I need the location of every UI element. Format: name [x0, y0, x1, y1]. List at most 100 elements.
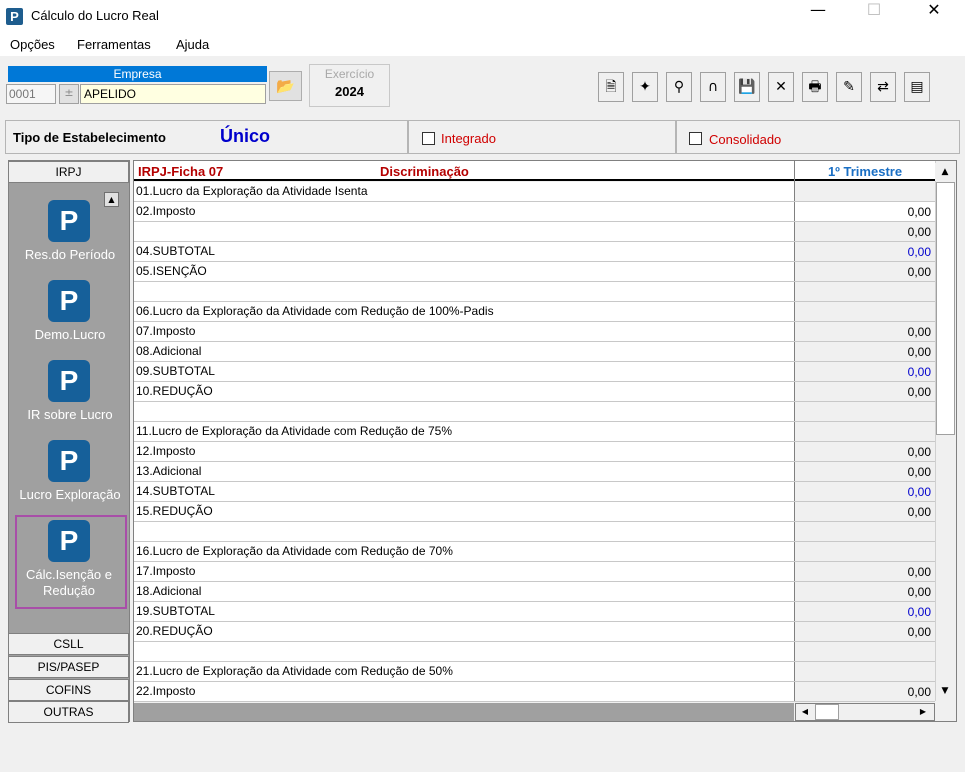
empresa-code-field[interactable]: 0001	[6, 84, 56, 104]
toolbar-button-10[interactable]: ▤	[904, 72, 930, 102]
table-row[interactable]: 08.Adicional 0,00	[134, 342, 935, 362]
table-row[interactable]: 05.ISENÇÃO 0,00	[134, 262, 935, 282]
nav-item-label[interactable]: Res.do Período	[12, 247, 128, 262]
scroll-right-arrow-icon[interactable]: ▶	[914, 704, 932, 720]
table-row[interactable]: 01.Lucro da Exploração da Atividade Isen…	[134, 182, 935, 202]
tab-csll[interactable]: CSLL	[8, 633, 129, 655]
value-cell[interactable]: 0,00	[794, 462, 935, 481]
value-cell[interactable]: 0,00	[794, 622, 935, 641]
toolbar-button-8[interactable]: ✎	[836, 72, 862, 102]
toolbar-button-3[interactable]: ⚲	[666, 72, 692, 102]
toolbar-button-9[interactable]: ⇄	[870, 72, 896, 102]
exercicio-value[interactable]: 2024	[309, 84, 390, 99]
row-value[interactable]: 0,00	[908, 245, 931, 259]
toolbar-button-1[interactable]: 🗎	[598, 72, 624, 102]
row-value[interactable]: 0,00	[908, 585, 931, 599]
toolbar-button-5[interactable]: 💾	[734, 72, 760, 102]
row-value[interactable]: 0,00	[908, 485, 931, 499]
table-row[interactable]	[134, 282, 935, 302]
table-row[interactable]: 02.Imposto 0,00	[134, 202, 935, 222]
table-row[interactable]: 13.Adicional 0,00	[134, 462, 935, 482]
value-cell[interactable]	[794, 542, 935, 561]
table-row[interactable]: 14.SUBTOTAL 0,00	[134, 482, 935, 502]
table-row[interactable]: 09.SUBTOTAL 0,00	[134, 362, 935, 382]
toolbar-button-6[interactable]: ✕	[768, 72, 794, 102]
table-row[interactable]	[134, 642, 935, 662]
table-row[interactable]: 12.Imposto 0,00	[134, 442, 935, 462]
row-value[interactable]: 0,00	[908, 685, 931, 699]
value-cell[interactable]	[794, 642, 935, 661]
integrado-label[interactable]: Integrado	[441, 131, 496, 146]
value-cell[interactable]: 0,00	[794, 442, 935, 461]
nav-item-label[interactable]: IR sobre Lucro	[12, 407, 128, 422]
nav-item-label[interactable]: Demo.Lucro	[12, 327, 128, 342]
consolidado-label[interactable]: Consolidado	[709, 132, 781, 147]
value-cell[interactable]	[794, 522, 935, 541]
table-row[interactable]: 10.REDUÇÃO 0,00	[134, 382, 935, 402]
table-row[interactable]: 20.REDUÇÃO 0,00	[134, 622, 935, 642]
row-value[interactable]: 0,00	[908, 445, 931, 459]
scroll-down-arrow-icon[interactable]: ▼	[935, 682, 955, 700]
vertical-scroll-thumb[interactable]	[936, 182, 955, 435]
value-cell[interactable]: 0,00	[794, 362, 935, 381]
value-cell[interactable]: 0,00	[794, 342, 935, 361]
row-value[interactable]: 0,00	[908, 365, 931, 379]
nav-item-icon[interactable]: P	[48, 360, 90, 402]
value-cell[interactable]: 0,00	[794, 502, 935, 521]
open-folder-button[interactable]: 📂	[269, 71, 302, 101]
table-row[interactable]: 18.Adicional 0,00	[134, 582, 935, 602]
close-button[interactable]: ✕	[911, 0, 957, 34]
value-cell[interactable]: 0,00	[794, 482, 935, 501]
consolidado-checkbox[interactable]	[689, 132, 702, 145]
menu-opcoes[interactable]: Opções	[10, 37, 55, 52]
value-cell[interactable]: 0,00	[794, 202, 935, 221]
row-value[interactable]: 0,00	[908, 605, 931, 619]
value-cell[interactable]: 0,00	[794, 382, 935, 401]
menu-ferramentas[interactable]: Ferramentas	[77, 37, 151, 52]
value-cell[interactable]	[794, 282, 935, 301]
minimize-button[interactable]: —	[795, 0, 841, 34]
nav-scroll-up-button[interactable]: ▲	[104, 192, 119, 207]
value-cell[interactable]	[794, 182, 935, 201]
value-cell[interactable]	[794, 402, 935, 421]
table-row[interactable]: 11.Lucro de Exploração da Atividade com …	[134, 422, 935, 442]
table-row[interactable]: 06.Lucro da Exploração da Atividade com …	[134, 302, 935, 322]
tab-outras[interactable]: OUTRAS	[8, 701, 129, 723]
toolbar-button-4[interactable]: ∩	[700, 72, 726, 102]
value-cell[interactable]: 0,00	[794, 322, 935, 341]
row-value[interactable]: 0,00	[908, 325, 931, 339]
value-cell[interactable]	[794, 662, 935, 681]
value-cell[interactable]	[794, 302, 935, 321]
row-value[interactable]: 0,00	[908, 345, 931, 359]
value-cell[interactable]: 0,00	[794, 562, 935, 581]
row-value[interactable]: 0,00	[908, 205, 931, 219]
value-cell[interactable]: 0,00	[794, 262, 935, 281]
scroll-up-arrow-icon[interactable]: ▲	[935, 163, 955, 181]
nav-item-icon[interactable]: P	[48, 200, 90, 242]
tab-pis-pasep[interactable]: PIS/PASEP	[8, 656, 129, 678]
table-row[interactable]: 15.REDUÇÃO 0,00	[134, 502, 935, 522]
value-cell[interactable]: 0,00	[794, 242, 935, 261]
maximize-button[interactable]: ☐	[851, 0, 897, 34]
table-row[interactable]: 19.SUBTOTAL 0,00	[134, 602, 935, 622]
table-row[interactable]	[134, 402, 935, 422]
tab-irpj[interactable]: IRPJ	[8, 161, 129, 183]
table-row[interactable]: 07.Imposto 0,00	[134, 322, 935, 342]
nav-item-label[interactable]: Lucro Exploração	[12, 487, 128, 502]
row-value[interactable]: 0,00	[908, 385, 931, 399]
toolbar-button-7[interactable]: 🖶	[802, 72, 828, 102]
value-cell[interactable]: 0,00	[794, 682, 935, 701]
row-value[interactable]: 0,00	[908, 465, 931, 479]
empresa-name-field[interactable]: APELIDO	[80, 84, 266, 104]
value-cell[interactable]	[794, 422, 935, 441]
tab-cofins[interactable]: COFINS	[8, 679, 129, 701]
value-cell[interactable]: 0,00	[794, 582, 935, 601]
table-row[interactable]	[134, 522, 935, 542]
empresa-spin-button[interactable]: ±	[59, 84, 79, 104]
table-row[interactable]: 17.Imposto 0,00	[134, 562, 935, 582]
nav-item-icon[interactable]: P	[48, 280, 90, 322]
table-row[interactable]: 16.Lucro de Exploração da Atividade com …	[134, 542, 935, 562]
value-cell[interactable]: 0,00	[794, 222, 935, 241]
table-row[interactable]: 22.Imposto 0,00	[134, 682, 935, 702]
row-value[interactable]: 0,00	[908, 565, 931, 579]
